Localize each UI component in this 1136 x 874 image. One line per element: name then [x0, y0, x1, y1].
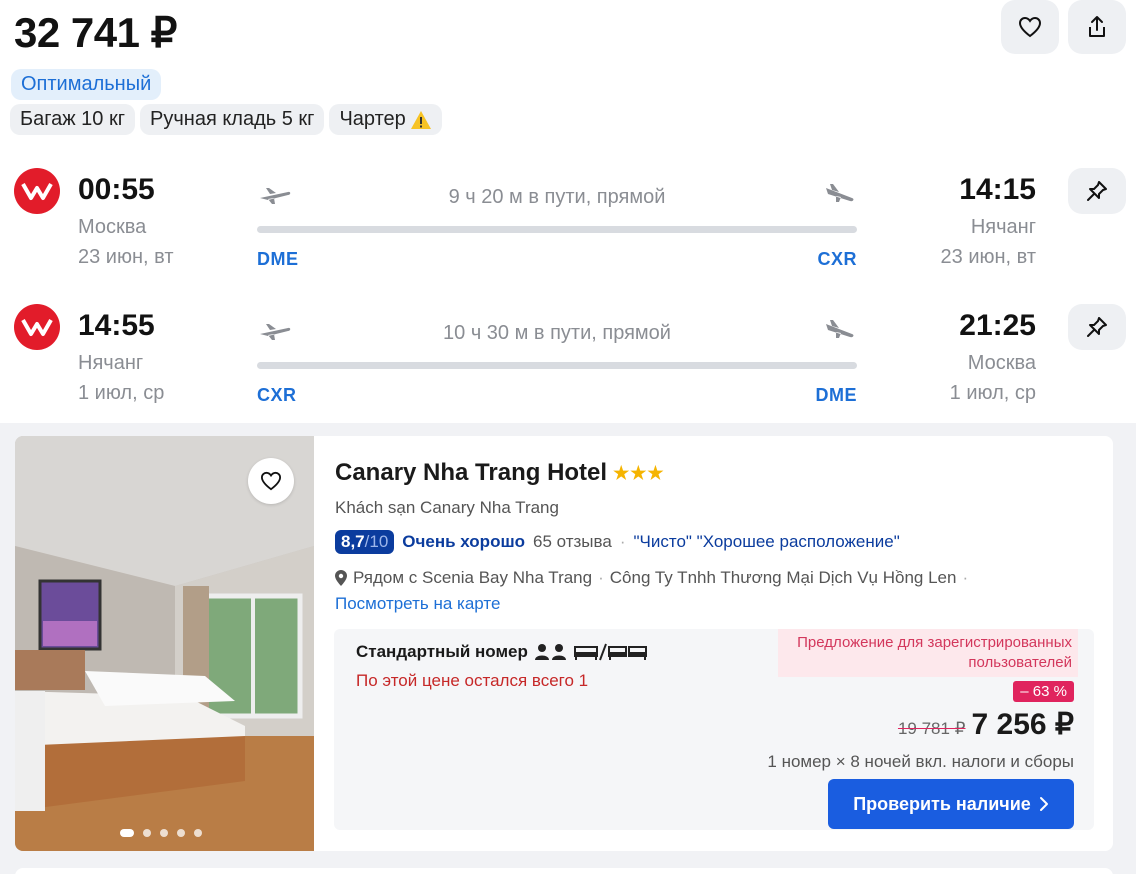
heart-icon	[1018, 16, 1042, 38]
flight-duration: 9 ч 20 м в пути, прямой	[448, 186, 666, 208]
room-offer[interactable]: Стандартный номер По этой цене остался в…	[334, 629, 1094, 830]
photo-dot[interactable]	[177, 829, 185, 837]
discount-badge: – 63 %	[1013, 681, 1074, 702]
arrival-date: 23 июн, вт	[940, 246, 1036, 268]
favorite-button[interactable]	[1001, 0, 1059, 54]
arrival-city: Москва	[967, 352, 1036, 374]
takeoff-plane-icon	[260, 324, 291, 340]
share-button[interactable]	[1068, 0, 1126, 54]
rating-label: Очень хорошо	[402, 532, 526, 551]
airline-logo-icon	[21, 183, 53, 200]
departure-time: 00:55	[78, 173, 155, 206]
departure-airport-code: CXR	[257, 385, 297, 405]
share-icon	[1089, 16, 1105, 37]
flight-duration: 10 ч 30 м в пути, прямой	[443, 322, 671, 344]
departure-time: 14:55	[78, 309, 155, 342]
warning-icon	[410, 110, 431, 129]
charter-tag[interactable]: Чартер	[329, 104, 442, 135]
review-tags: "Чисто" "Хорошее расположение"	[633, 532, 900, 551]
check-availability-button[interactable]: Проверить наличие	[828, 779, 1074, 829]
total-price: 32 741 ₽	[14, 9, 177, 56]
arrival-city: Нячанг	[970, 216, 1036, 238]
arrival-date: 1 июл, ср	[949, 382, 1036, 404]
member-deal-banner: Предложение для зарегистрированных польз…	[778, 629, 1078, 677]
separator-dot: ·	[598, 568, 604, 587]
hand-luggage-tag: Ручная кладь 5 кг	[140, 104, 325, 135]
airline-logo-icon	[21, 319, 53, 336]
arrival-airport-code: CXR	[817, 249, 857, 269]
old-price: 19 781 ₽	[897, 719, 966, 738]
landing-plane-icon	[826, 184, 854, 202]
airline-logo	[14, 168, 60, 214]
takeoff-plane-icon	[260, 188, 291, 204]
landing-plane-icon	[826, 320, 854, 338]
nearby-company: Công Ty Tnhh Thương Mại Dịch Vụ Hồng Len	[609, 568, 957, 587]
departure-date: 1 июл, ср	[78, 382, 165, 404]
hotel-photo[interactable]	[15, 436, 314, 851]
location-pin-icon	[335, 570, 347, 586]
arrival-time: 14:15	[959, 173, 1036, 206]
departure-city: Нячанг	[78, 352, 144, 374]
current-price: 7 256 ₽	[971, 708, 1075, 741]
pin-icon	[1087, 317, 1107, 337]
fare-tags: Багаж 10 кг Ручная кладь 5 кг Чартер	[10, 104, 442, 135]
stay-details: 1 номер × 8 ночей вкл. налоги и сборы	[767, 752, 1074, 771]
photo-pagination[interactable]	[120, 829, 202, 837]
rating-score: 8,7/10	[335, 530, 395, 554]
pin-button[interactable]	[1068, 168, 1126, 214]
hotel-favorite-button[interactable]	[248, 458, 294, 504]
flight-segment-outbound[interactable]: 00:55 Москва 23 июн, вт 9 ч 20 м в пути,…	[0, 168, 1136, 298]
pin-button[interactable]	[1068, 304, 1126, 350]
location-row: Рядом с Scenia Bay Nha Trang · Công Ty T…	[335, 568, 968, 588]
flight-track	[257, 362, 857, 369]
room-title: Стандартный номер	[356, 642, 648, 662]
arrival-airport-code: DME	[815, 385, 857, 405]
flight-track	[257, 226, 857, 233]
availability-warning: По этой цене остался всего 1	[356, 671, 589, 690]
photo-dot[interactable]	[143, 829, 151, 837]
guests-icon	[534, 644, 566, 660]
photo-dot[interactable]	[160, 829, 168, 837]
pin-icon	[1087, 181, 1107, 201]
review-count: 65 отзыва	[533, 532, 612, 551]
price-row: 19 781 ₽ 7 256 ₽	[898, 707, 1074, 742]
arrival-time: 21:25	[959, 309, 1036, 342]
separator-dot: ·	[619, 532, 626, 551]
hotel-local-name: Khách sạn Canary Nha Trang	[335, 498, 559, 517]
next-hotel-card	[15, 868, 1113, 874]
view-on-map-link[interactable]: Посмотреть на карте	[335, 594, 500, 614]
hotel-name[interactable]: Canary Nha Trang Hotel ★★★	[335, 459, 664, 487]
photo-dot[interactable]	[194, 829, 202, 837]
photo-dot[interactable]	[120, 829, 134, 837]
heart-icon	[260, 471, 282, 491]
hotel-stars: ★★★	[613, 462, 665, 483]
baggage-tag: Багаж 10 кг	[10, 104, 136, 135]
departure-date: 23 июн, вт	[78, 246, 174, 268]
optimal-badge: Оптимальный	[11, 69, 162, 100]
nearby-landmark: Рядом с Scenia Bay Nha Trang	[353, 568, 593, 587]
bed-options-icon	[573, 643, 647, 661]
airline-logo	[14, 304, 60, 350]
flight-segment-return[interactable]: 14:55 Нячанг 1 июл, ср 10 ч 30 м в пути,…	[0, 304, 1136, 434]
hotel-card[interactable]: Canary Nha Trang Hotel ★★★ Khách sạn Can…	[15, 436, 1113, 851]
departure-city: Москва	[78, 216, 147, 238]
chevron-right-icon	[1039, 797, 1048, 811]
rating-row: 8,7/10 Очень хорошо 65 отзыва · "Чисто" …	[335, 530, 900, 554]
departure-airport-code: DME	[257, 249, 299, 269]
separator-dot: ·	[962, 568, 969, 587]
